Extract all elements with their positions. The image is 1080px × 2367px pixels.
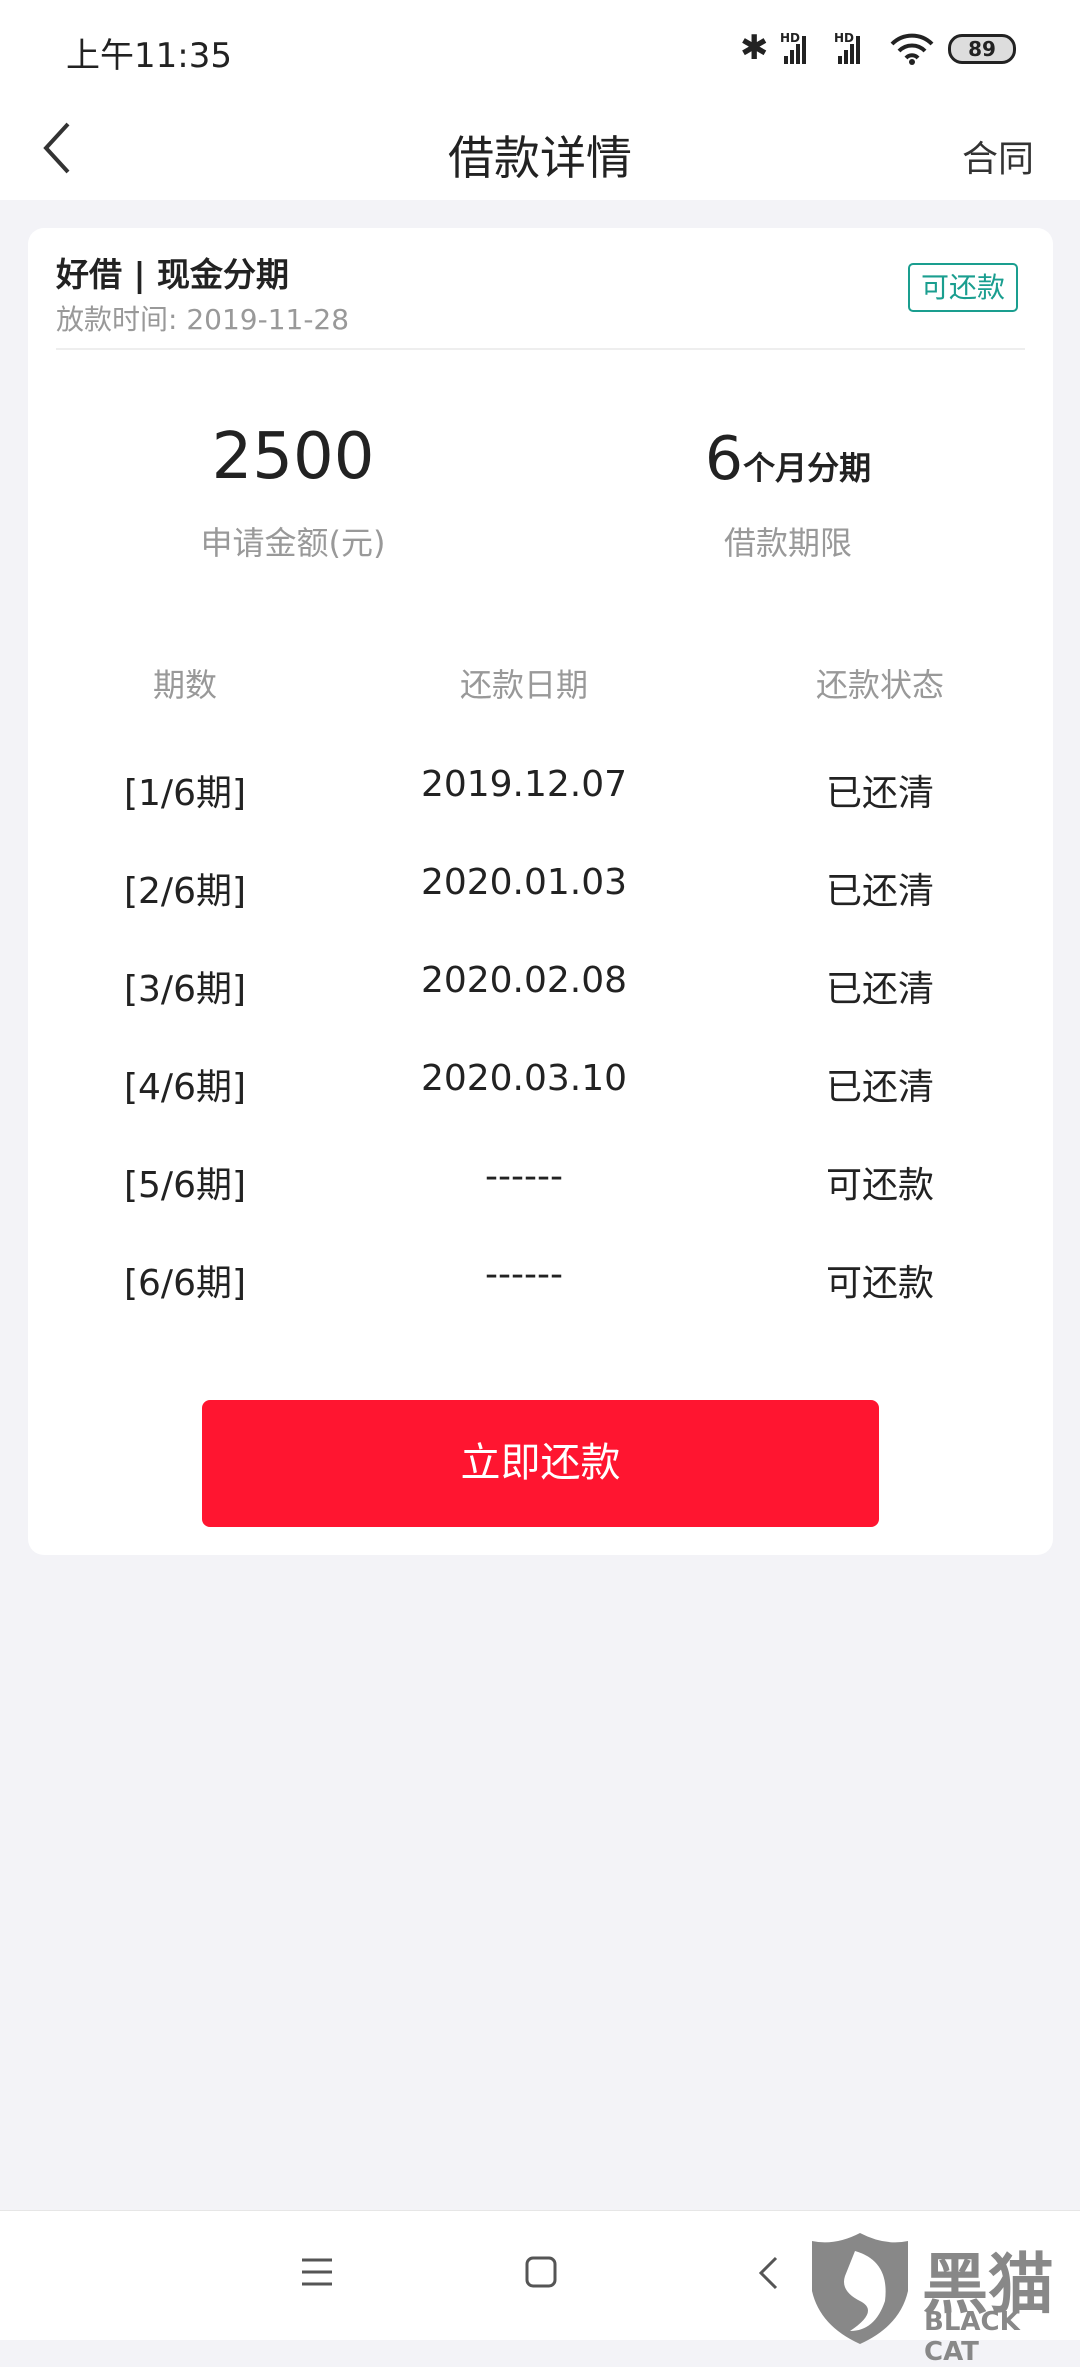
loan-term: 6个月分期 [588, 424, 988, 494]
term-number: 6 [704, 424, 744, 494]
status-badge: 可还款 [908, 263, 1018, 312]
column-period: 期数 [152, 666, 218, 704]
schedule-row: [6/6期] ------ 可还款 [28, 1254, 1053, 1304]
svg-text:HD: HD [834, 31, 854, 45]
schedule-row: [2/6期] 2020.01.03 已还清 [28, 862, 1053, 912]
menu-icon[interactable] [300, 2257, 334, 2287]
row-date: 2020.02.08 [420, 960, 628, 1001]
chevron-left-icon[interactable] [36, 118, 76, 178]
header: 借款详情 合同 [0, 100, 1080, 200]
status-time: 上午11:35 [66, 36, 232, 76]
home-square-icon[interactable] [524, 2255, 558, 2289]
schedule-row: [1/6期] 2019.12.07 已还清 [28, 764, 1053, 814]
row-period: [5/6期] [123, 1165, 247, 1206]
row-date: ------ [485, 1254, 563, 1295]
battery-level: 89 [968, 37, 996, 61]
schedule-row: [3/6期] 2020.02.08 已还清 [28, 960, 1053, 1010]
term-label: 借款期限 [723, 524, 852, 562]
loan-amount: 2500 [211, 420, 375, 494]
row-date: ------ [485, 1156, 563, 1197]
row-period: [4/6期] [123, 1067, 247, 1108]
row-status: 已还清 [825, 969, 935, 1010]
schedule-row: [4/6期] 2020.03.10 已还清 [28, 1058, 1053, 1108]
loan-title: 好借 | 现金分期 [56, 255, 290, 294]
row-status: 已还清 [825, 1067, 935, 1108]
signal-hd-icon: HD HD [780, 31, 860, 64]
bluetooth-icon: ✱ [740, 28, 769, 68]
black-cat-logo-icon [812, 2233, 908, 2344]
svg-text:HD: HD [780, 31, 800, 45]
row-status: 可还款 [825, 1263, 935, 1304]
row-status: 可还款 [825, 1165, 935, 1206]
row-date: 2020.03.10 [420, 1058, 628, 1099]
schedule-row: [5/6期] ------ 可还款 [28, 1156, 1053, 1206]
watermark-en: BLACK CAT [924, 2307, 1020, 2367]
schedule-header: 期数 还款日期 还款状态 [28, 660, 1053, 704]
back-icon[interactable] [756, 2255, 780, 2291]
row-period: [2/6期] [123, 871, 247, 912]
battery-icon: 89 [948, 34, 1016, 64]
contract-link[interactable]: 合同 [962, 130, 1034, 182]
row-date: 2020.01.03 [420, 862, 628, 903]
amount-label: 申请金额(元) [200, 524, 386, 562]
system-nav-bar: 黑猫 BLACK CAT [0, 2210, 1080, 2367]
row-status: 已还清 [825, 871, 935, 912]
divider [56, 348, 1025, 350]
column-date: 还款日期 [459, 666, 589, 704]
row-period: [6/6期] [123, 1263, 247, 1304]
row-status: 已还清 [825, 773, 935, 814]
loan-card: 好借 | 现金分期 放款时间: 2019-11-28 可还款 2500 申请金额… [28, 228, 1053, 1555]
page-title: 借款详情 [448, 131, 632, 185]
disburse-time: 放款时间: 2019-11-28 [56, 303, 350, 336]
column-status: 还款状态 [815, 666, 945, 704]
term-unit: 个月分期 [743, 449, 872, 487]
status-bar: 上午11:35 ✱ HD HD 89 [0, 0, 1080, 100]
row-period: [3/6期] [123, 969, 247, 1010]
wifi-icon [890, 33, 934, 65]
repay-now-button[interactable]: 立即还款 [202, 1400, 879, 1527]
row-period: [1/6期] [123, 773, 247, 814]
row-date: 2019.12.07 [420, 764, 628, 805]
